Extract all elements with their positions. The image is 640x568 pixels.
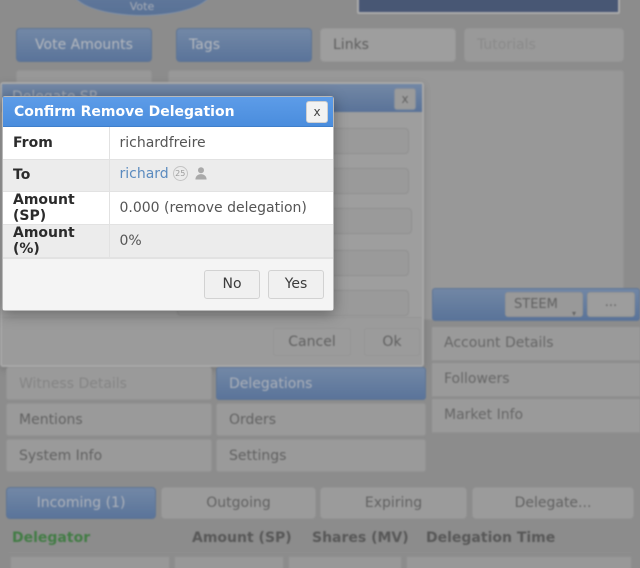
row-value-from: richardfreire <box>109 127 333 160</box>
reputation-badge: 25 <box>172 166 188 181</box>
vote-oval-label: Vote <box>129 0 155 13</box>
row-value-amount-pct: 0% <box>109 224 333 258</box>
tab-links[interactable]: Links <box>320 28 456 62</box>
confirmation-details-table: From richardfreire To richard 25 Amount (… <box>3 127 333 258</box>
subtab-delegate[interactable]: Delegate... <box>472 487 634 519</box>
table-header-divider <box>8 552 632 553</box>
yes-button[interactable]: Yes <box>268 269 324 299</box>
currency-select[interactable]: STEEM ▾ <box>505 292 583 318</box>
tab-vote-amounts[interactable]: Vote Amounts <box>16 28 152 62</box>
nav-system-info[interactable]: System Info <box>6 439 212 472</box>
row-label-amount-sp: Amount (SP) <box>3 191 110 225</box>
row-label-to: To <box>3 159 110 192</box>
currency-select-value: STEEM <box>514 297 558 312</box>
table-row: From richardfreire <box>3 127 333 160</box>
subtab-outgoing[interactable]: Outgoing <box>161 487 316 519</box>
modal-footer: No Yes <box>3 257 333 310</box>
chevron-down-icon: ▾ <box>571 309 576 318</box>
subtab-incoming[interactable]: Incoming (1) <box>6 487 156 519</box>
sidebar-item-followers[interactable]: Followers <box>432 363 640 397</box>
row-label-amount-pct: Amount (%) <box>3 224 110 258</box>
no-button[interactable]: No <box>204 269 260 299</box>
nav-witness-details[interactable]: Witness Details <box>6 367 212 400</box>
confirm-remove-delegation-dialog: Confirm Remove Delegation x From richard… <box>2 96 334 311</box>
table-row: Amount (%) 0% <box>3 224 333 258</box>
steem-toolbar: STEEM ▾ ... <box>432 288 640 321</box>
tab-tags[interactable]: Tags <box>176 28 312 62</box>
delegate-cancel-button[interactable]: Cancel <box>273 328 351 356</box>
nav-mentions[interactable]: Mentions <box>6 403 212 436</box>
account-link[interactable]: richard <box>120 166 169 182</box>
table-row: Amount (SP) 0.000 (remove delegation) <box>3 191 333 225</box>
delegate-sp-close-icon[interactable]: x <box>394 88 416 110</box>
app-window: Vote Vote Amounts Tags Links Tutorials D… <box>0 0 640 568</box>
subtab-expiring[interactable]: Expiring <box>320 487 467 519</box>
navy-header-bar <box>357 0 620 14</box>
filter-input-time[interactable] <box>406 556 632 568</box>
tab-tutorials[interactable]: Tutorials <box>464 28 624 62</box>
person-icon <box>194 166 208 184</box>
close-icon[interactable]: x <box>306 101 328 123</box>
more-options-button[interactable]: ... <box>587 292 635 317</box>
row-value-to: richard 25 <box>109 159 333 192</box>
modal-title: Confirm Remove Delegation <box>14 104 235 120</box>
vote-oval-button[interactable]: Vote <box>72 0 212 16</box>
row-value-amount-sp: 0.000 (remove delegation) <box>109 191 333 225</box>
sidebar-item-market-info[interactable]: Market Info <box>432 399 640 433</box>
top-tab-strip: Vote Amounts Tags Links Tutorials <box>0 28 640 64</box>
delegate-sp-footer: Cancel Ok <box>2 317 422 365</box>
delegate-ok-button[interactable]: Ok <box>364 328 420 356</box>
column-header-shares-mv[interactable]: Shares (MV) <box>312 530 409 546</box>
table-row: To richard 25 <box>3 159 333 192</box>
nav-delegations[interactable]: Delegations <box>216 367 426 400</box>
column-header-delegation-time[interactable]: Delegation Time <box>426 530 555 546</box>
nav-orders[interactable]: Orders <box>216 403 426 436</box>
modal-title-bar: Confirm Remove Delegation x <box>3 97 333 127</box>
filter-input-delegator[interactable] <box>10 556 170 568</box>
nav-settings[interactable]: Settings <box>216 439 426 472</box>
column-header-amount-sp[interactable]: Amount (SP) <box>192 530 292 546</box>
filter-input-amount[interactable] <box>174 556 284 568</box>
filter-input-shares[interactable] <box>288 556 402 568</box>
sidebar-item-account-details[interactable]: Account Details <box>432 327 640 361</box>
column-header-delegator[interactable]: Delegator <box>12 530 90 546</box>
row-label-from: From <box>3 127 110 160</box>
